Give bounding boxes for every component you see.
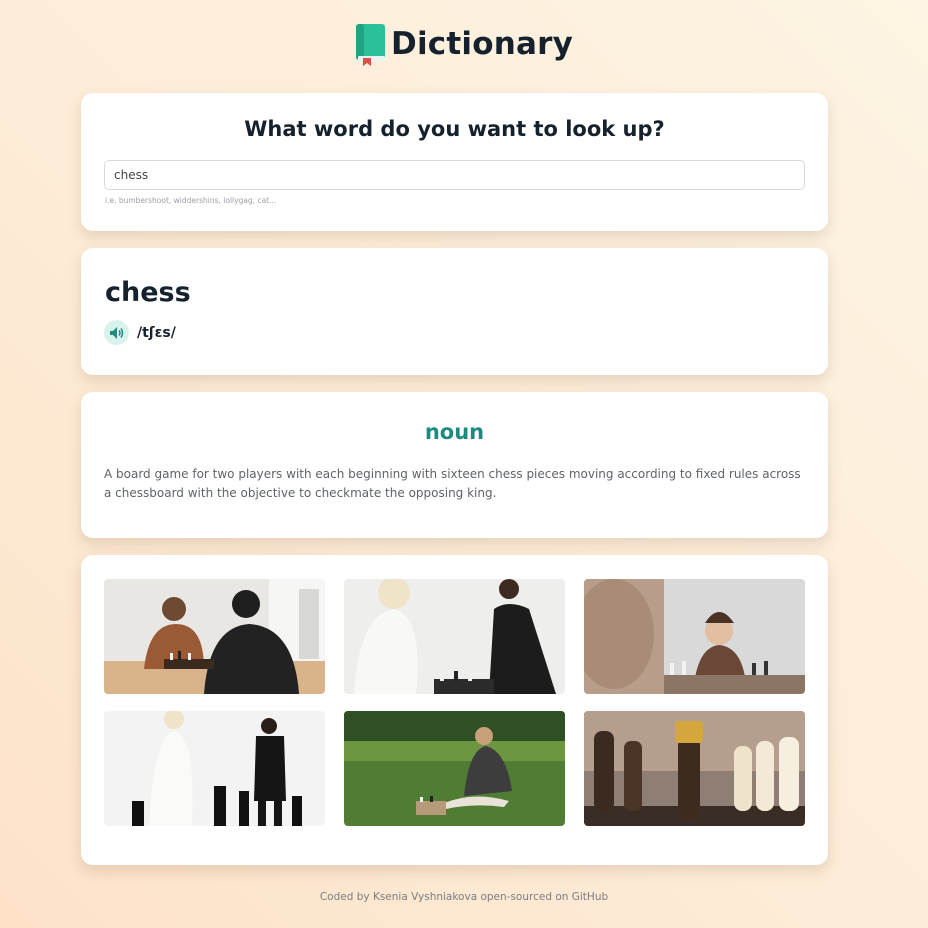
definition-text: A board game for two players with each b… bbox=[104, 467, 801, 500]
play-audio-button[interactable] bbox=[104, 320, 129, 345]
search-card: What word do you want to look up? i.e. b… bbox=[81, 93, 828, 231]
photo-two-men-chess[interactable] bbox=[104, 579, 325, 694]
photo-giant-chess[interactable] bbox=[104, 711, 325, 826]
phonetic-row: /tʃɛs/ bbox=[104, 320, 176, 345]
book-icon bbox=[355, 22, 387, 66]
footer-credit: Coded by Ksenia Vyshniakova open-sourced… bbox=[319, 891, 609, 903]
speaker-icon bbox=[109, 326, 123, 339]
search-heading: What word do you want to look up? bbox=[244, 117, 665, 141]
search-hint: i.e. bumbershoot, widdershins, lollygag,… bbox=[105, 196, 277, 205]
app-title: Dictionary bbox=[391, 26, 573, 62]
meaning-card: noun A board game for two players with e… bbox=[81, 392, 828, 538]
app-header: Dictionary bbox=[0, 22, 928, 66]
word-card: chess /tʃɛs/ bbox=[81, 248, 828, 375]
phonetic-text: /tʃɛs/ bbox=[137, 324, 176, 341]
search-input[interactable] bbox=[104, 160, 805, 190]
part-of-speech: noun bbox=[424, 420, 485, 444]
photos-card bbox=[81, 555, 828, 865]
photo-standing-chess[interactable] bbox=[344, 579, 565, 694]
word-title: chess bbox=[105, 277, 191, 308]
photo-grass-chess[interactable] bbox=[344, 711, 565, 826]
photo-chess-pieces[interactable] bbox=[584, 711, 805, 826]
photo-boy-chess[interactable] bbox=[584, 579, 805, 694]
